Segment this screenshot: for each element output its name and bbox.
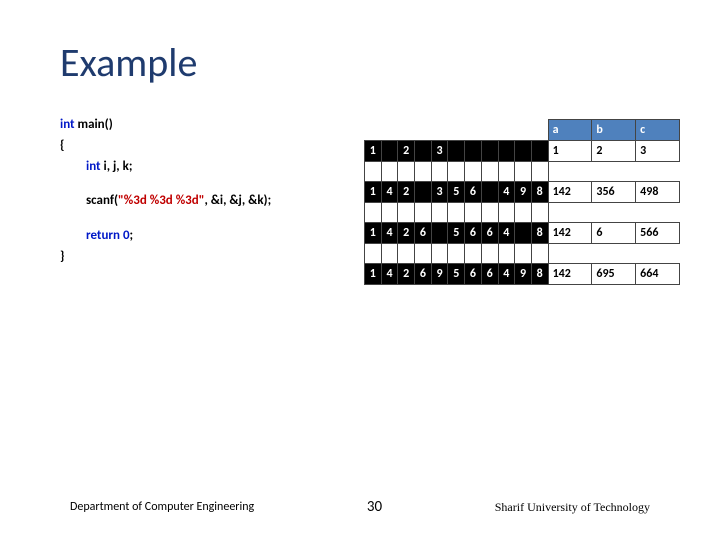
- char-cell: 8: [531, 223, 548, 244]
- blank-line: [60, 177, 360, 191]
- char-cell: 4: [381, 223, 398, 244]
- code-main: main(): [78, 117, 113, 132]
- char-cell: 4: [381, 182, 398, 203]
- char-cell: 5: [448, 264, 465, 285]
- val-a: 142: [548, 264, 592, 285]
- data-row: 123123: [365, 141, 680, 162]
- char-cell: 3: [431, 141, 448, 162]
- char-cell: 5: [448, 223, 465, 244]
- char-cell: 2: [398, 264, 415, 285]
- char-cell: [481, 182, 498, 203]
- char-cell: [415, 182, 432, 203]
- char-cell: 5: [448, 182, 465, 203]
- spacer-row: [365, 162, 680, 182]
- char-cell: 4: [381, 264, 398, 285]
- slide: Example int main() { int i, j, k; scanf(…: [0, 0, 720, 540]
- footer: Department of Computer Engineering 30 Sh…: [0, 498, 720, 516]
- char-cell: 6: [481, 223, 498, 244]
- char-cell: 2: [398, 141, 415, 162]
- code-block: int main() { int i, j, k; scanf("%3d %3d…: [60, 115, 360, 285]
- code-args: , &i, &j, &k);: [204, 193, 271, 208]
- val-a: 1: [548, 141, 592, 162]
- code-vars: i, j, k;: [104, 159, 133, 174]
- footer-page: 30: [367, 498, 382, 516]
- val-c: 664: [636, 264, 680, 285]
- result-table: a b c 1231231423564981423564981426566481…: [364, 119, 680, 285]
- char-cell: [481, 141, 498, 162]
- char-cell: 4: [498, 223, 515, 244]
- data-row: 1426566481426566: [365, 223, 680, 244]
- val-c: 566: [636, 223, 680, 244]
- kw-int: int: [60, 117, 78, 132]
- code-brace-close: }: [60, 247, 360, 268]
- char-cell: 6: [465, 264, 482, 285]
- col-c: c: [636, 120, 680, 141]
- result-table-wrap: a b c 1231231423564981423564981426566481…: [364, 115, 680, 285]
- val-b: 695: [592, 264, 636, 285]
- footer-dept: Department of Computer Engineering: [70, 500, 254, 514]
- code-zero: 0: [123, 228, 130, 243]
- char-cell: [415, 141, 432, 162]
- char-cell: 6: [465, 182, 482, 203]
- col-a: a: [548, 120, 592, 141]
- char-cell: 9: [431, 264, 448, 285]
- char-cell: [498, 141, 515, 162]
- blank-line2: [60, 212, 360, 226]
- content-row: int main() { int i, j, k; scanf("%3d %3d…: [60, 115, 680, 285]
- char-cell: [531, 141, 548, 162]
- char-cell: 3: [431, 182, 448, 203]
- code-semi: ;: [130, 228, 134, 243]
- data-row: 14269566498142695664: [365, 264, 680, 285]
- char-cell: 9: [515, 182, 532, 203]
- char-cell: 1: [365, 223, 382, 244]
- kw-return: return: [86, 228, 123, 243]
- char-cell: [515, 141, 532, 162]
- data-row: 142356498142356498: [365, 182, 680, 203]
- spacer-row: [365, 203, 680, 223]
- val-c: 3: [636, 141, 680, 162]
- slide-title: Example: [60, 38, 680, 87]
- char-cell: 4: [498, 264, 515, 285]
- char-cell: 8: [531, 264, 548, 285]
- char-cell: 6: [481, 264, 498, 285]
- char-cell: [515, 223, 532, 244]
- header-row: a b c: [365, 120, 680, 141]
- char-cell: 6: [465, 223, 482, 244]
- char-cell: 1: [365, 182, 382, 203]
- char-cell: 6: [415, 264, 432, 285]
- val-a: 142: [548, 182, 592, 203]
- val-b: 2: [592, 141, 636, 162]
- code-format: "%3d %3d %3d": [118, 193, 204, 208]
- char-cell: [381, 141, 398, 162]
- code-brace-open: {: [60, 136, 360, 157]
- char-cell: [448, 141, 465, 162]
- char-cell: [465, 141, 482, 162]
- code-scanf: scanf(: [86, 193, 118, 208]
- val-a: 142: [548, 223, 592, 244]
- char-cell: 9: [515, 264, 532, 285]
- col-b: b: [592, 120, 636, 141]
- spacer-row: [365, 244, 680, 264]
- char-cell: 2: [398, 223, 415, 244]
- kw-int2: int: [86, 159, 104, 174]
- char-cell: 4: [498, 182, 515, 203]
- val-b: 356: [592, 182, 636, 203]
- char-cell: 1: [365, 141, 382, 162]
- footer-university: Sharif University of Technology: [495, 500, 650, 515]
- char-cell: [431, 223, 448, 244]
- char-cell: 6: [415, 223, 432, 244]
- char-cell: 8: [531, 182, 548, 203]
- val-c: 498: [636, 182, 680, 203]
- char-cell: 1: [365, 264, 382, 285]
- val-b: 6: [592, 223, 636, 244]
- char-cell: 2: [398, 182, 415, 203]
